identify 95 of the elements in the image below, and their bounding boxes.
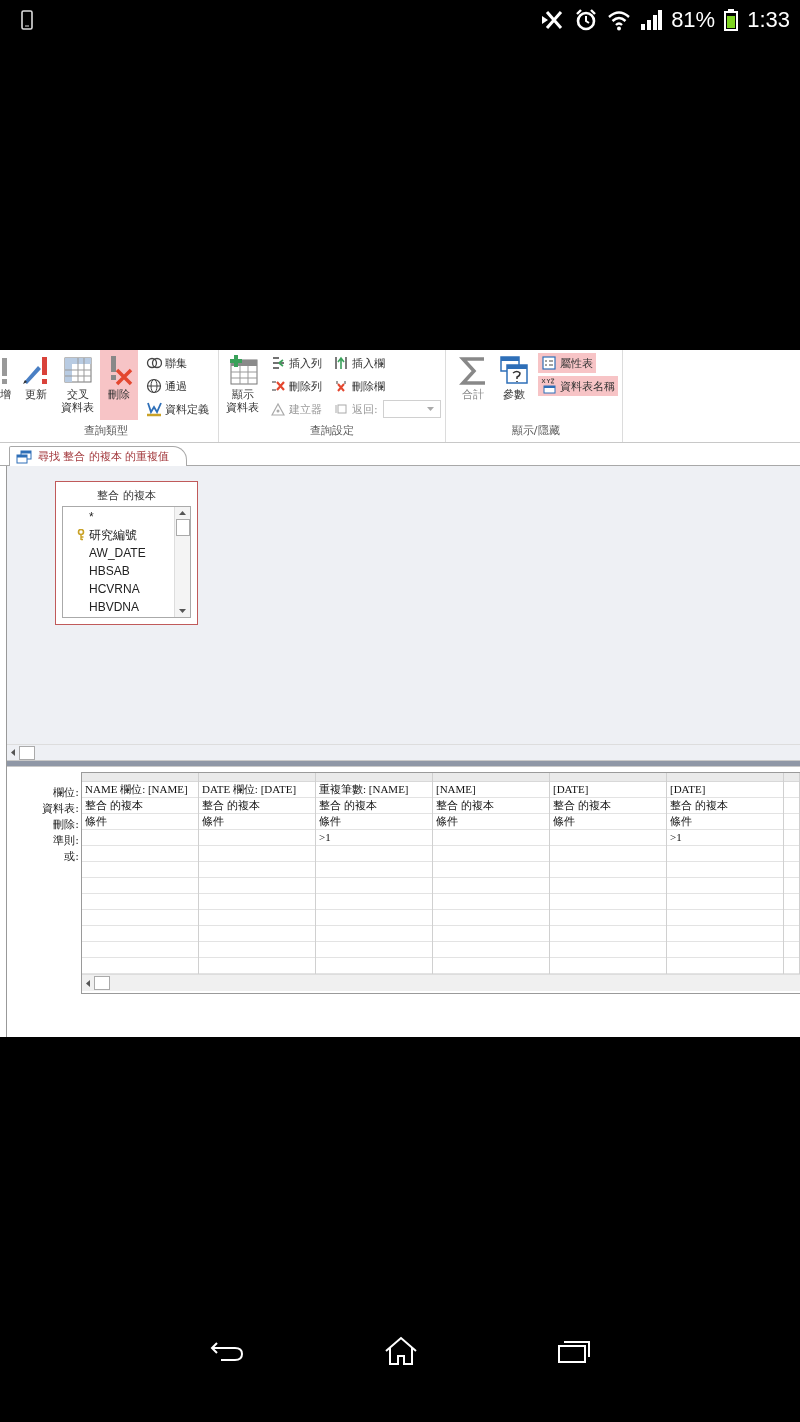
horizontal-scrollbar[interactable] — [7, 744, 800, 760]
field-name[interactable]: HCVRNA — [89, 582, 140, 596]
field-name[interactable]: AW_DATE — [89, 546, 146, 560]
grid-cell[interactable]: 條件 — [550, 814, 666, 830]
windows-icon — [16, 449, 32, 464]
grid-cell[interactable]: 整合 的複本 — [199, 798, 315, 814]
column-selector[interactable] — [784, 773, 799, 782]
grid-cell[interactable]: 條件 — [199, 814, 315, 830]
ribbon-button[interactable]: 資料定義 — [143, 399, 212, 419]
ribbon-button[interactable]: 屬性表 — [537, 353, 596, 373]
ribbon-button[interactable]: 更新 — [17, 350, 55, 420]
ribbon-button[interactable]: 刪除 — [100, 350, 138, 420]
column-selector[interactable] — [433, 773, 549, 782]
grid-cell[interactable]: 條件 — [82, 814, 198, 830]
grid-cell[interactable]: 整合 的複本 — [550, 798, 666, 814]
battery-icon — [724, 9, 739, 31]
ribbon-button[interactable]: 插入列 — [267, 353, 325, 373]
field-name[interactable]: 研究編號 — [89, 526, 137, 544]
grid-cell[interactable]: 整合 的複本 — [667, 798, 783, 814]
grid-cell[interactable]: 條件 — [433, 814, 549, 830]
row-label: 準則: — [53, 833, 79, 849]
clock-time: 1:33 — [747, 7, 790, 33]
horizontal-scrollbar[interactable] — [82, 974, 800, 991]
return-dropdown[interactable] — [382, 400, 441, 418]
grid-cell[interactable]: NAME 欄位: [NAME] — [82, 782, 198, 798]
group-label: 查詢設定 — [308, 423, 355, 439]
grid-cell[interactable]: [DATE] — [667, 782, 783, 798]
field-name[interactable]: HBVDNA — [89, 600, 139, 614]
scroll-thumb[interactable] — [175, 519, 190, 536]
grid-cell[interactable]: >1 — [667, 830, 783, 846]
ribbon-button[interactable]: 資料表名稱 — [537, 376, 618, 396]
ribbon-button[interactable]: 刪除欄 — [330, 376, 388, 396]
table-title: 整合 的複本 — [96, 488, 157, 504]
insert-row-icon — [270, 355, 286, 371]
ribbon-button[interactable]: 增 — [0, 350, 14, 420]
signal-icon — [640, 10, 663, 30]
column-selector[interactable] — [550, 773, 666, 782]
field-name[interactable]: * — [89, 510, 94, 524]
recent-apps-icon[interactable] — [556, 1339, 591, 1363]
row-label: 資料表: — [42, 801, 79, 817]
chart-icon — [146, 401, 162, 417]
grid-cell[interactable]: 整合 的複本 — [316, 798, 432, 814]
column-selector[interactable] — [316, 773, 432, 782]
ribbon-button[interactable]: 參數 — [494, 350, 533, 420]
table-field-list[interactable]: 整合 的複本 * 研究編號 AW_DATE HBSAB HCVRNA HBVDNA — [55, 481, 198, 625]
delete-row-icon — [270, 378, 286, 394]
row-label: 刪除: — [53, 817, 79, 833]
scroll-thumb[interactable] — [19, 745, 35, 760]
grid-cell[interactable]: [NAME] — [433, 782, 549, 798]
ribbon-button[interactable]: 插入欄 — [330, 353, 388, 373]
grid-cell[interactable]: 整合 的複本 — [82, 798, 198, 814]
scroll-thumb[interactable] — [94, 976, 110, 990]
windows-question-icon — [497, 354, 530, 386]
back-icon[interactable] — [209, 1339, 246, 1363]
vertical-scrollbar[interactable] — [174, 507, 190, 617]
scroll-down-icon — [179, 609, 186, 613]
scroll-left-icon — [86, 979, 90, 987]
ribbon-button[interactable]: 通過 — [143, 376, 190, 396]
column-selector[interactable] — [199, 773, 315, 782]
grid-cell[interactable]: 重複筆數: [NAME] — [316, 782, 432, 798]
column-selector[interactable] — [667, 773, 783, 782]
ribbon-button[interactable]: 顯示 資料表 — [223, 350, 262, 420]
grid-cell[interactable]: 條件 — [316, 814, 432, 830]
grid-cell[interactable]: 條件 — [667, 814, 783, 830]
group-label: 顯示/隱藏 — [510, 423, 561, 439]
triangle-icon — [270, 401, 286, 417]
ribbon-button[interactable]: 交叉 資料表 — [58, 350, 97, 420]
field-name[interactable]: HBSAB — [89, 564, 130, 578]
ribbon-button[interactable]: 聯集 — [143, 353, 190, 373]
battery-percentage: 81% — [671, 7, 716, 33]
row-label: 欄位: — [53, 785, 79, 801]
column-selector[interactable] — [82, 773, 198, 782]
circles-icon — [146, 355, 162, 371]
phone-icon — [20, 10, 34, 30]
table-name-icon — [540, 378, 557, 394]
return-icon — [333, 401, 349, 417]
wifi-icon — [607, 9, 632, 31]
document-tab[interactable]: 尋找 整合 的複本 的重複值 — [9, 446, 187, 466]
globe-icon — [146, 378, 162, 394]
ribbon-button[interactable]: 刪除列 — [267, 376, 325, 396]
scroll-up-icon — [179, 511, 186, 515]
grid-cell[interactable]: DATE 欄位: [DATE] — [199, 782, 315, 798]
scroll-left-icon — [11, 749, 15, 756]
home-icon[interactable] — [384, 1336, 418, 1366]
row-label: 或: — [64, 849, 79, 865]
grid-cell[interactable]: [DATE] — [550, 782, 666, 798]
grid-cell[interactable]: >1 — [316, 830, 432, 846]
group-label: 查詢類型 — [83, 423, 129, 439]
table-icon — [61, 354, 94, 386]
grid-cell[interactable]: 整合 的複本 — [433, 798, 549, 814]
pane-splitter[interactable] — [7, 760, 800, 767]
delete-column-icon — [333, 378, 349, 394]
dropdown-arrow-icon — [426, 407, 434, 411]
insert-column-icon — [333, 355, 349, 371]
list-icon — [540, 355, 557, 371]
